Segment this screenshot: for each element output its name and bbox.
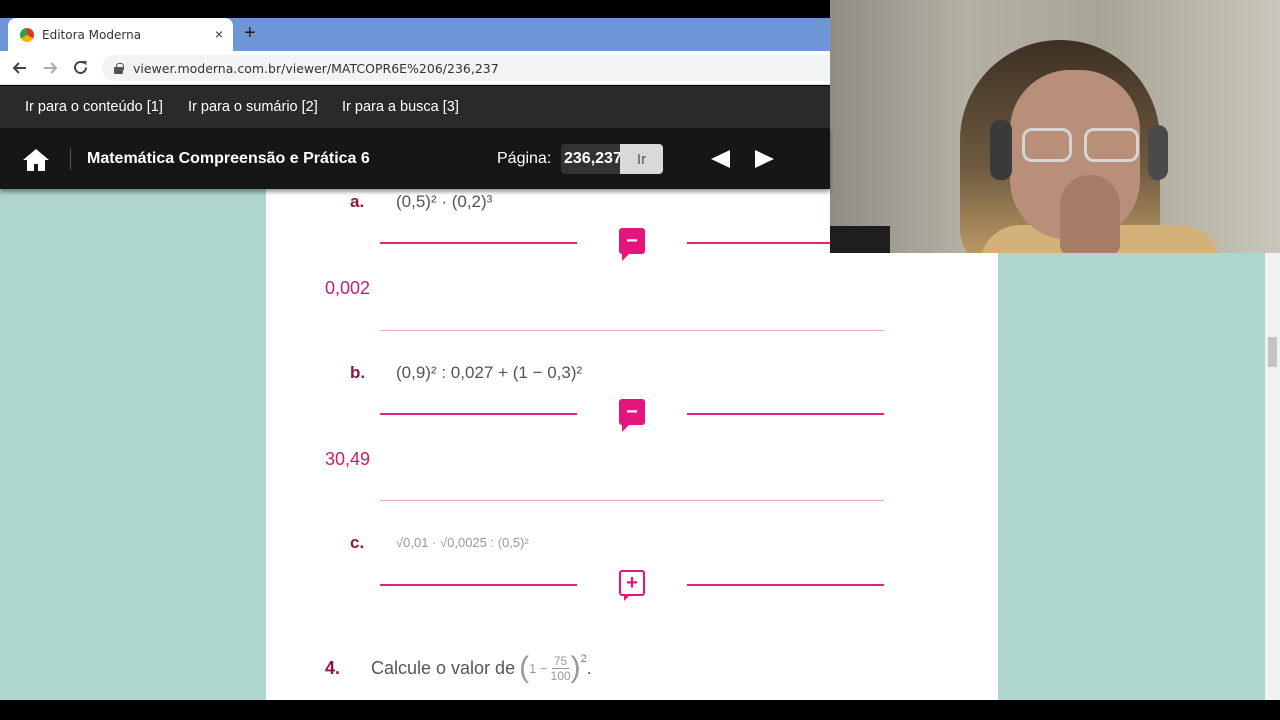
item-expression-c: √0,01 · √0,0025 : (0,5)² bbox=[396, 535, 529, 550]
content-area: a. (0,5)² · (0,2)³ − 0,002 b. (0,9)² : 0… bbox=[0, 189, 1265, 700]
minus-icon: − bbox=[626, 229, 638, 252]
fraction-numerator: 75 bbox=[551, 653, 570, 669]
answer-a: 0,002 bbox=[325, 278, 371, 298]
page-number-input[interactable] bbox=[561, 144, 621, 174]
question-number: 4. bbox=[325, 658, 341, 678]
period: . bbox=[586, 657, 592, 678]
divider-line bbox=[380, 413, 577, 415]
new-tab-button[interactable]: + bbox=[244, 22, 256, 45]
bottom-strip bbox=[0, 700, 1280, 720]
book-title: Matemática Compreensão e Prática 6 bbox=[87, 150, 370, 167]
page-label: Página: bbox=[497, 150, 552, 167]
glasses-left-lens bbox=[1022, 128, 1072, 162]
skip-links-bar: Ir para o conteúdo [1] Ir para o sumário… bbox=[0, 86, 830, 128]
one-minus: 1 − bbox=[529, 660, 548, 676]
webcam-video bbox=[830, 0, 1280, 253]
item-letter-c: c. bbox=[350, 533, 365, 552]
answer-b: 30,49 bbox=[325, 449, 371, 469]
answer-underline bbox=[380, 330, 884, 331]
scrollbar[interactable] bbox=[1265, 253, 1280, 700]
tab-title: Editora Moderna bbox=[42, 27, 142, 42]
fraction-denominator: 100 bbox=[550, 668, 571, 683]
divider-line bbox=[687, 413, 884, 415]
divider-line bbox=[687, 584, 884, 586]
headset-left bbox=[990, 120, 1012, 180]
lock-icon bbox=[114, 62, 124, 74]
chair bbox=[830, 226, 890, 253]
next-page-icon[interactable] bbox=[755, 150, 774, 168]
address-bar: viewer.moderna.com.br/viewer/MATCOPR6E%2… bbox=[0, 51, 842, 85]
fraction: 75 100 bbox=[551, 654, 571, 683]
reload-icon[interactable] bbox=[72, 59, 89, 76]
plus-icon: + bbox=[626, 571, 638, 594]
person-hand bbox=[1060, 175, 1120, 253]
skip-link-content[interactable]: Ir para o conteúdo [1] bbox=[25, 99, 163, 115]
browser-tab-bar: Editora Moderna × + bbox=[0, 18, 830, 51]
book-page: a. (0,5)² · (0,2)³ − 0,002 b. (0,9)² : 0… bbox=[266, 189, 998, 700]
viewer-header: Matemática Compreensão e Prática 6 Págin… bbox=[0, 128, 830, 189]
close-tab-icon[interactable]: × bbox=[215, 26, 223, 42]
minus-icon: − bbox=[626, 400, 638, 423]
favicon-icon bbox=[20, 27, 34, 42]
expand-answer-button-c[interactable]: + bbox=[619, 570, 645, 601]
item-letter-a: a. bbox=[350, 192, 365, 211]
url-field[interactable]: viewer.moderna.com.br/viewer/MATCOPR6E%2… bbox=[102, 55, 842, 81]
top-strip bbox=[0, 0, 830, 18]
close-paren: ) bbox=[570, 651, 581, 684]
browser-tab[interactable]: Editora Moderna × bbox=[8, 18, 233, 51]
url-text: viewer.moderna.com.br/viewer/MATCOPR6E%2… bbox=[133, 60, 499, 76]
go-button[interactable]: Ir bbox=[620, 144, 663, 174]
previous-page-icon[interactable] bbox=[711, 150, 730, 168]
scroll-thumb[interactable] bbox=[1268, 337, 1277, 367]
open-paren: ( bbox=[519, 651, 530, 684]
skip-link-search[interactable]: Ir para a busca [3] bbox=[342, 99, 459, 115]
item-letter-b: b. bbox=[350, 363, 366, 382]
forward-arrow-icon[interactable] bbox=[42, 60, 58, 76]
collapse-answer-button-b[interactable]: − bbox=[619, 399, 645, 432]
home-icon[interactable] bbox=[22, 148, 50, 172]
divider-line bbox=[380, 584, 577, 586]
question-text: Calcule o valor de ( 1 − 75 100 ) 2 . bbox=[371, 651, 592, 685]
skip-link-summary[interactable]: Ir para o sumário [2] bbox=[188, 99, 318, 115]
item-expression-a: (0,5)² · (0,2)³ bbox=[396, 192, 493, 211]
collapse-answer-button-a[interactable]: − bbox=[619, 228, 645, 261]
item-expression-b: (0,9)² : 0,027 + (1 − 0,3)² bbox=[396, 363, 583, 382]
divider-line bbox=[380, 242, 577, 244]
headset-right bbox=[1148, 125, 1168, 180]
header-divider bbox=[70, 148, 71, 170]
question-prompt: Calcule o valor de bbox=[371, 657, 516, 678]
back-arrow-icon[interactable] bbox=[12, 60, 28, 76]
answer-underline bbox=[380, 500, 884, 501]
glasses-right-lens bbox=[1084, 128, 1139, 162]
